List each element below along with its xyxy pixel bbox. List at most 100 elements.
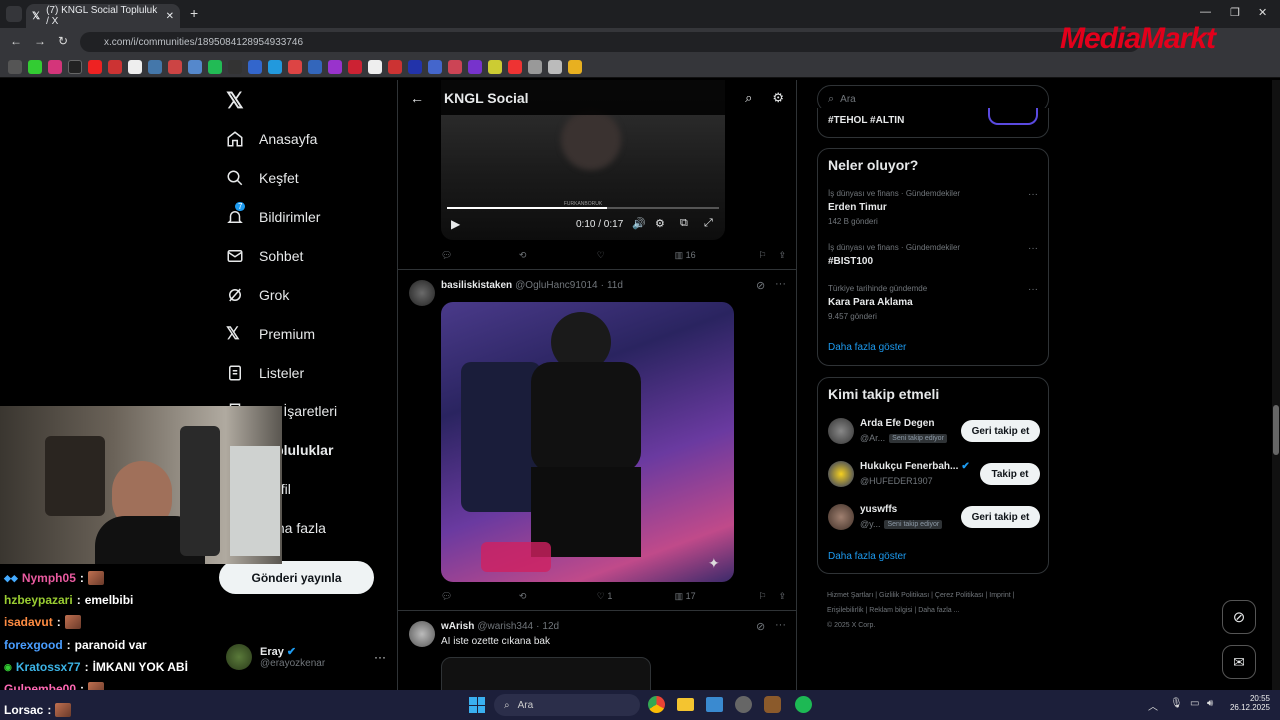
views-stat[interactable]: ▥ 16 xyxy=(675,250,759,261)
bookmark-icon[interactable] xyxy=(448,59,462,74)
gear-icon[interactable]: ⚙ xyxy=(655,217,665,230)
grok-icon[interactable]: ⊘ xyxy=(756,620,765,633)
post-image[interactable]: ✦ xyxy=(441,302,734,582)
bookmark-icon[interactable] xyxy=(488,59,502,74)
volume-icon[interactable]: 🔊 xyxy=(632,217,646,230)
fullscreen-icon[interactable]: ⤢ xyxy=(704,217,713,230)
follow-suggestion[interactable]: yuswffs @y... Seni takip ediyor Geri tak… xyxy=(828,504,1040,532)
avatar[interactable] xyxy=(409,621,435,647)
windows-start-icon[interactable] xyxy=(469,697,485,713)
more-options-icon[interactable]: ··· xyxy=(775,278,786,290)
share-icon[interactable]: ⇪ xyxy=(778,591,786,602)
bookmark-icon[interactable] xyxy=(68,59,82,74)
bookmark-icon[interactable] xyxy=(248,59,262,74)
avatar[interactable] xyxy=(409,280,435,306)
like-button[interactable]: ♡ 1 xyxy=(597,591,675,602)
bookmark-icon[interactable] xyxy=(328,59,342,74)
play-icon[interactable]: ▶ xyxy=(451,217,460,231)
file-explorer-icon[interactable] xyxy=(677,698,694,711)
footer-link[interactable]: Gizlilik Politikası xyxy=(879,592,929,599)
trend-item[interactable]: Türkiye tarihinde gündemde Kara Para Akl… xyxy=(828,284,1040,321)
bookmark-icon[interactable] xyxy=(368,59,382,74)
footer-link[interactable]: Çerez Politikası xyxy=(935,592,984,599)
repost-icon[interactable]: ⟲ xyxy=(519,591,597,602)
back-icon[interactable]: ← xyxy=(10,34,22,48)
footer-link[interactable]: Hizmet Şartları xyxy=(827,592,873,599)
back-arrow-icon[interactable]: ← xyxy=(410,90,424,106)
nav-item-explore[interactable]: Keşfet xyxy=(226,166,299,190)
bookmark-icon[interactable] xyxy=(548,59,562,74)
folder-icon[interactable] xyxy=(568,59,582,74)
account-switcher[interactable]: Eray ✔ @erayozkenar ··· xyxy=(226,644,386,670)
volume-icon[interactable]: 🔊︎ xyxy=(1207,698,1213,709)
chevron-up-icon[interactable]: ︿ xyxy=(1148,698,1158,713)
tab-menu-button[interactable] xyxy=(6,6,22,22)
apps-icon[interactable] xyxy=(8,59,22,74)
like-icon[interactable]: ♡ xyxy=(597,250,675,261)
scrollbar[interactable] xyxy=(1272,80,1280,690)
footer-link[interactable]: Erişilebilirlik xyxy=(827,607,864,614)
bookmark-icon[interactable] xyxy=(288,59,302,74)
bookmark-icon[interactable] xyxy=(168,59,182,74)
post-age[interactable]: 11d xyxy=(607,280,623,291)
views-stat[interactable]: ▥ 17 xyxy=(675,591,759,602)
bookmark-icon[interactable] xyxy=(388,59,402,74)
nav-item-chat[interactable]: Sohbet xyxy=(226,244,303,268)
post-age[interactable]: 12d xyxy=(542,621,559,632)
bookmark-icon[interactable]: ⚐ xyxy=(758,250,778,261)
trends-show-more-link[interactable]: Daha fazla göster xyxy=(828,342,906,353)
new-tab-button[interactable]: + xyxy=(190,5,198,21)
post-button[interactable]: Gönderi yayınla xyxy=(219,561,374,594)
minimize-button[interactable]: — xyxy=(1200,6,1211,18)
footer-link[interactable]: Reklam bilgisi xyxy=(869,607,912,614)
bookmark-icon[interactable] xyxy=(88,59,102,74)
repost-icon[interactable]: ⟲ xyxy=(519,250,597,261)
video-progress-track[interactable] xyxy=(447,207,719,209)
more-options-icon[interactable]: ··· xyxy=(374,650,386,664)
microphone-icon[interactable]: 🎙︎ xyxy=(1170,698,1183,709)
bookmark-icon[interactable] xyxy=(208,59,222,74)
post-author-name[interactable]: basiliskistaken xyxy=(441,280,512,291)
bookmark-icon[interactable] xyxy=(408,59,422,74)
bookmark-icon[interactable]: ⚐ xyxy=(758,591,778,602)
share-icon[interactable]: ⇪ xyxy=(778,250,786,261)
nav-item-home[interactable]: Anasayfa xyxy=(226,127,317,151)
messages-float-button[interactable]: ✉ xyxy=(1222,645,1256,679)
grok-float-button[interactable]: ⊘ xyxy=(1222,600,1256,634)
bookmark-icon[interactable] xyxy=(28,59,42,74)
pip-icon[interactable]: ⧉ xyxy=(680,217,688,230)
post-author-handle[interactable]: @warish344 xyxy=(477,621,533,632)
more-options-icon[interactable]: ··· xyxy=(1028,284,1038,295)
bookmark-icon[interactable] xyxy=(468,59,482,74)
search-icon[interactable]: ⌕ xyxy=(745,90,752,106)
post-author-name[interactable]: wArish xyxy=(441,621,474,632)
follow-back-button[interactable]: Geri takip et xyxy=(961,506,1040,528)
bookmark-icon[interactable] xyxy=(188,59,202,74)
app-icon[interactable] xyxy=(764,696,781,713)
nav-item-notifications[interactable]: 7 Bildirimler xyxy=(226,202,320,229)
bookmark-icon[interactable] xyxy=(268,59,282,74)
chrome-icon[interactable] xyxy=(648,696,665,713)
grok-icon[interactable]: ⊘ xyxy=(756,279,765,292)
follow-suggestion[interactable]: Hukukçu Fenerbah... ✔ @HUFEDER1907 Takip… xyxy=(828,461,1040,489)
browser-tab[interactable]: 𝕏 (7) KNGL Social Topluluk / X ✕ xyxy=(26,4,180,28)
more-options-icon[interactable]: ··· xyxy=(1028,243,1038,254)
follow-show-more-link[interactable]: Daha fazla göster xyxy=(828,551,906,562)
footer-link[interactable]: Daha fazla ... xyxy=(918,607,959,614)
nav-item-premium[interactable]: 𝕏 Premium xyxy=(226,322,315,346)
bookmark-icon[interactable] xyxy=(108,59,122,74)
nav-item-lists[interactable]: Listeler xyxy=(226,361,304,385)
bookmark-icon[interactable] xyxy=(48,59,62,74)
bookmark-icon[interactable] xyxy=(428,59,442,74)
reply-icon[interactable]: 💬︎ xyxy=(441,591,519,602)
follow-back-button[interactable]: Geri takip et xyxy=(961,420,1040,442)
maximize-button[interactable]: ❐ xyxy=(1230,6,1240,19)
taskbar-search[interactable]: ⌕ Ara xyxy=(494,694,640,716)
more-options-icon[interactable]: ··· xyxy=(775,619,786,631)
follow-suggestion[interactable]: Arda Efe Degen @Ar... Seni takip ediyor … xyxy=(828,418,1040,446)
clock[interactable]: 20:55 26.12.2025 xyxy=(1226,694,1270,712)
follow-button[interactable]: Takip et xyxy=(980,463,1040,485)
spotify-icon[interactable] xyxy=(795,696,812,713)
post-author-handle[interactable]: @OgluHanc91014 xyxy=(515,280,597,291)
photos-icon[interactable] xyxy=(706,697,723,712)
